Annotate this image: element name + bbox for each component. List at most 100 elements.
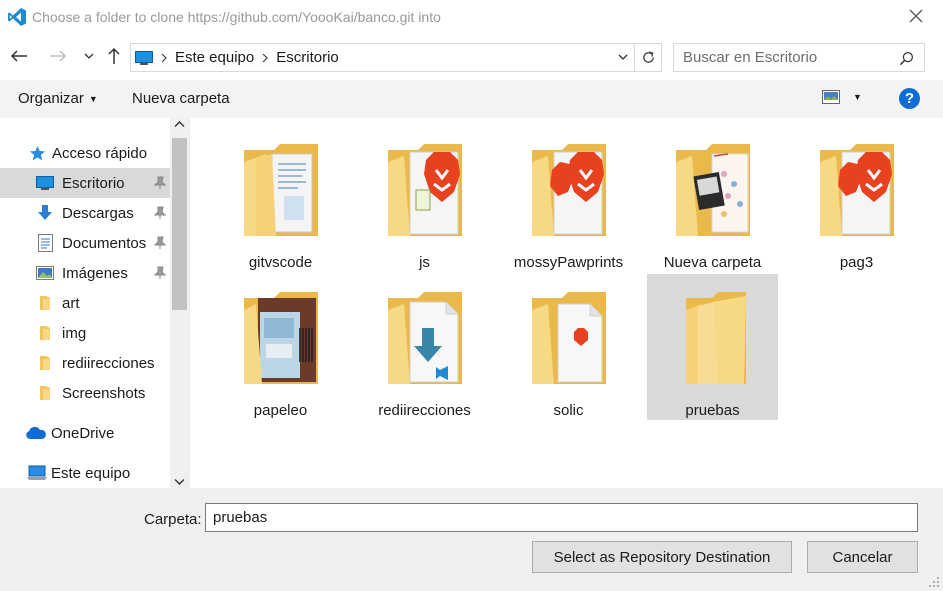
scroll-down-icon[interactable]: [174, 478, 185, 486]
folder-item-nueva-carpeta[interactable]: Nueva carpeta: [647, 126, 778, 272]
navigation-pane: Acceso rápido Escritorio Descargas Docum…: [0, 118, 190, 488]
sidebar-item-label: art: [62, 294, 80, 312]
image-icon: [36, 264, 54, 282]
scroll-thumb[interactable]: [172, 138, 187, 310]
folder-item-papeleo[interactable]: papeleo: [215, 274, 346, 420]
close-icon[interactable]: [907, 7, 925, 25]
breadcrumb-este-equipo[interactable]: Este equipo: [175, 49, 254, 66]
folder-with-brave-icon: [819, 144, 894, 236]
computer-icon: [27, 464, 47, 482]
folder-label: papeleo: [253, 402, 308, 419]
pin-icon[interactable]: [154, 236, 166, 250]
new-folder-button[interactable]: Nueva carpeta: [132, 90, 230, 107]
pin-icon[interactable]: [154, 266, 166, 280]
folder-with-documents-icon: [243, 144, 318, 236]
folder-label: gitvscode: [248, 254, 313, 271]
sidebar-item-label: img: [62, 324, 87, 342]
folder-icon: [36, 384, 54, 402]
caret-down-icon: ▼: [853, 92, 862, 102]
folder-label: pag3: [839, 254, 874, 271]
arrow-up-icon: [108, 47, 120, 64]
folder-with-vscode-file-icon: [387, 292, 462, 384]
select-destination-button[interactable]: Select as Repository Destination: [532, 541, 792, 573]
sidebar-item-escritorio[interactable]: Escritorio: [0, 168, 170, 198]
window-title: Choose a folder to clone https://github.…: [32, 8, 441, 25]
folder-item-mossypawprints[interactable]: mossyPawprints: [503, 126, 634, 272]
folder-name-input[interactable]: [205, 503, 918, 532]
folder-item-js[interactable]: js: [359, 126, 490, 272]
search-input[interactable]: [683, 49, 883, 66]
folder-icon: [36, 354, 54, 372]
search-icon[interactable]: [899, 51, 914, 66]
sidebar-item-img[interactable]: img: [0, 318, 170, 348]
folder-icon: [685, 292, 746, 384]
help-button[interactable]: ?: [899, 88, 920, 109]
sidebar-item-label: Escritorio: [62, 174, 125, 192]
sidebar-item-label: Screenshots: [62, 384, 146, 402]
folder-item-pag3[interactable]: pag3: [791, 126, 922, 272]
sidebar-item-art[interactable]: art: [0, 288, 170, 318]
pin-icon[interactable]: [154, 176, 166, 190]
sidebar-item-label: Acceso rápido: [52, 144, 148, 162]
sidebar-item-este-equipo[interactable]: Este equipo: [0, 458, 170, 488]
folder-item-rediirecciones[interactable]: rediirecciones: [359, 274, 490, 420]
address-dropdown-icon[interactable]: [617, 50, 629, 64]
folder-label: solic: [553, 402, 584, 419]
desktop-icon: [36, 174, 54, 192]
address-bar[interactable]: Este equipo Escritorio: [130, 43, 662, 72]
folder-with-cards-icon: [243, 292, 318, 384]
up-button[interactable]: [103, 45, 125, 67]
breadcrumb-separator: [258, 53, 272, 63]
view-icon: [822, 90, 840, 104]
new-folder-label: Nueva carpeta: [132, 90, 230, 107]
cancel-button[interactable]: Cancelar: [807, 541, 918, 573]
folder-with-images-icon: [675, 144, 750, 236]
download-icon: [36, 204, 54, 222]
organize-button[interactable]: Organizar ▼: [18, 90, 98, 107]
back-button[interactable]: [8, 45, 30, 67]
recent-locations-button[interactable]: [78, 45, 100, 67]
sidebar-item-label: OneDrive: [51, 424, 115, 442]
sidebar-item-onedrive[interactable]: OneDrive: [0, 418, 170, 448]
sidebar-item-label: Este equipo: [51, 464, 131, 482]
folder-label: rediirecciones: [378, 402, 471, 419]
scroll-up-icon[interactable]: [174, 120, 185, 128]
folder-label: pruebas: [685, 402, 740, 419]
caret-down-icon: ▼: [88, 93, 98, 104]
resize-grip-icon[interactable]: [928, 576, 940, 588]
folder-item-solic[interactable]: solic: [503, 274, 634, 420]
refresh-button[interactable]: [634, 44, 661, 71]
folder-label: mossyPawprints: [513, 254, 624, 271]
folder-label: js: [419, 254, 430, 271]
sidebar-item-documentos[interactable]: Documentos: [0, 228, 170, 258]
sidebar-item-descargas[interactable]: Descargas: [0, 198, 170, 228]
footer-panel: Carpeta: Select as Repository Destinatio…: [0, 488, 943, 591]
forward-button[interactable]: [47, 45, 69, 67]
navigation-row: Este equipo Escritorio: [0, 33, 943, 78]
sidebar-item-label: Imágenes: [62, 264, 128, 282]
document-icon: [36, 234, 54, 252]
sidebar-scrollbar[interactable]: [170, 118, 189, 488]
folder-icon: [36, 294, 54, 312]
folder-with-brave-icon: [531, 144, 606, 236]
breadcrumb-escritorio[interactable]: Escritorio: [276, 49, 339, 66]
folder-item-gitvscode[interactable]: gitvscode: [215, 126, 346, 272]
arrow-left-icon: [10, 50, 27, 62]
title-bar: Choose a folder to clone https://github.…: [0, 0, 943, 33]
sidebar-item-label: Documentos: [62, 234, 147, 252]
sidebar-item-screenshots[interactable]: Screenshots: [0, 378, 170, 408]
sidebar-item-label: Descargas: [62, 204, 134, 222]
folder-item-pruebas[interactable]: pruebas: [647, 274, 778, 420]
search-box: [673, 43, 925, 72]
folder-icon: [36, 324, 54, 342]
sidebar-item-label: rediirecciones: [62, 354, 155, 372]
pin-icon[interactable]: [154, 206, 166, 220]
sidebar-item-rediirecciones[interactable]: rediirecciones: [0, 348, 170, 378]
computer-icon: [135, 50, 153, 65]
sidebar-item-acceso-rapido[interactable]: Acceso rápido: [0, 138, 170, 168]
change-view-button[interactable]: ▼: [822, 90, 862, 104]
chevron-right-icon: [161, 53, 167, 62]
sidebar-item-imagenes[interactable]: Imágenes: [0, 258, 170, 288]
organize-label: Organizar: [18, 90, 84, 107]
chevron-right-icon: [262, 53, 269, 62]
